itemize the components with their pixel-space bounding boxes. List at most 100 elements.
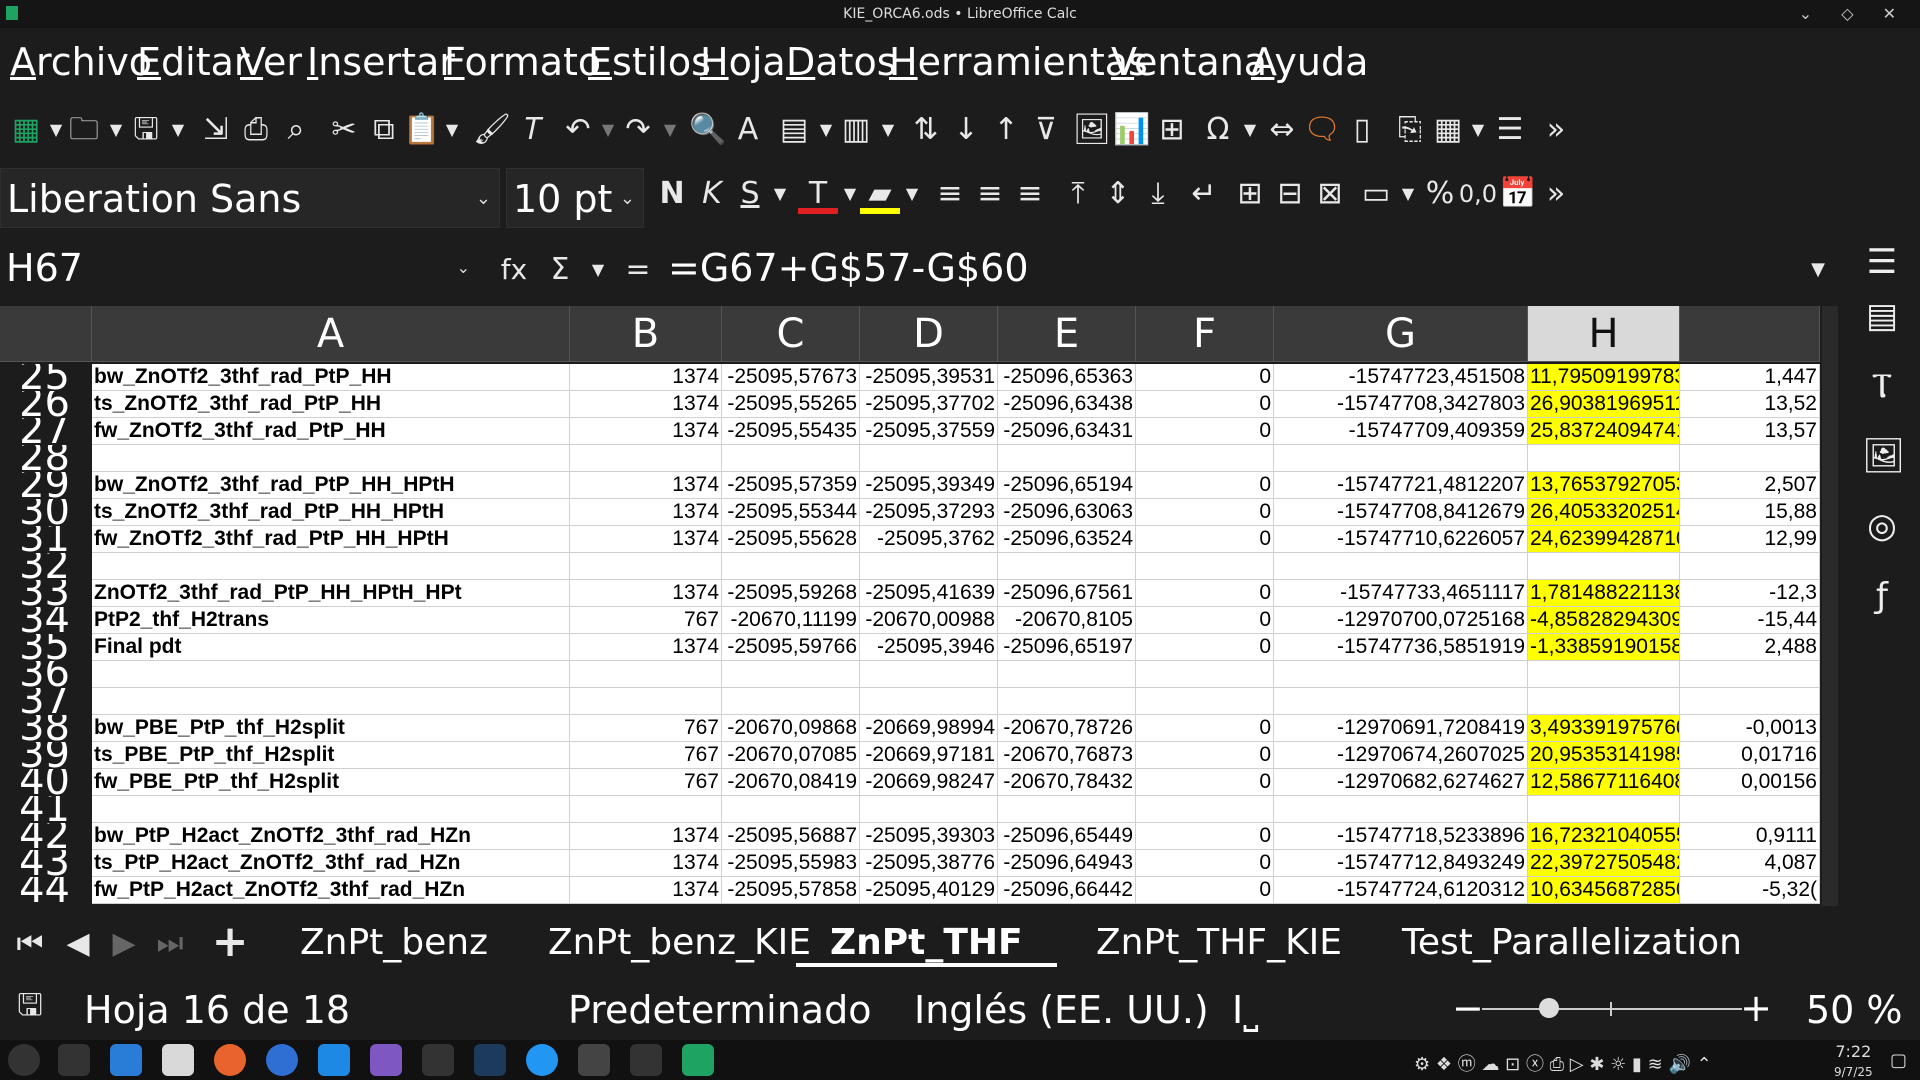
menu-editar[interactable]: Editar [137, 40, 250, 84]
screenshot-icon[interactable] [474, 1044, 506, 1076]
cell-f[interactable] [1136, 661, 1274, 688]
cell-b[interactable]: 1374 [570, 877, 722, 904]
start-menu-icon[interactable] [8, 1044, 40, 1076]
cell-c[interactable] [722, 688, 860, 715]
language[interactable]: Inglés (EE. UU.) [914, 988, 1209, 1032]
cell-g[interactable] [1274, 553, 1528, 580]
cell-f[interactable]: 0 [1136, 850, 1274, 877]
cell-c[interactable]: -20670,08419 [722, 769, 860, 796]
cell-b[interactable] [570, 688, 722, 715]
name-box[interactable]: H67 ⌄ [0, 238, 478, 300]
cell-i[interactable]: 2,507 [1680, 472, 1820, 499]
cell-f[interactable]: 0 [1136, 472, 1274, 499]
column-header-b[interactable]: B [570, 306, 722, 362]
cell-d[interactable] [860, 796, 998, 823]
cell-e[interactable] [998, 796, 1136, 823]
cell-d[interactable]: -20670,00988 [860, 607, 998, 634]
cell-b[interactable]: 767 [570, 769, 722, 796]
cell-g[interactable]: -15747724,6120312 [1274, 877, 1528, 904]
save-dropdown-icon[interactable]: ▼ [158, 110, 198, 150]
search-tool-icon[interactable] [578, 1044, 610, 1076]
headers-footers-icon[interactable]: ▯ [1342, 110, 1382, 150]
font-size-combo[interactable]: 10 pt ⌄ [506, 168, 644, 228]
cell-a[interactable]: fw_PtP_H2act_ZnOTf2_3thf_rad_HZn [92, 877, 570, 904]
zoom-out-icon[interactable]: − [1452, 986, 1484, 1030]
cell-f[interactable]: 0 [1136, 499, 1274, 526]
cell-f[interactable]: 0 [1136, 418, 1274, 445]
add-sheet-icon[interactable]: + [210, 920, 250, 964]
formatting-overflow-icon[interactable]: » [1536, 174, 1576, 214]
menu-insertar[interactable]: Insertar [307, 40, 455, 84]
background-color-dropdown-icon[interactable]: ▼ [892, 174, 932, 214]
row-header[interactable]: 32 [0, 553, 92, 580]
cell-b[interactable]: 767 [570, 715, 722, 742]
cell-d[interactable] [860, 688, 998, 715]
cell-b[interactable] [570, 553, 722, 580]
functions-icon[interactable]: ƒ [1862, 576, 1902, 616]
cell-d[interactable]: -25095,38776 [860, 850, 998, 877]
previous-sheet-icon[interactable]: ◀ [58, 924, 98, 964]
row-header[interactable]: 41 [0, 796, 92, 823]
cell-g[interactable] [1274, 445, 1528, 472]
cell-h[interactable]: 10,6345687285066 [1528, 877, 1680, 904]
cell-b[interactable]: 1374 [570, 850, 722, 877]
cell-g[interactable]: -15747710,6226057 [1274, 526, 1528, 553]
formula-icon[interactable]: = [618, 250, 658, 290]
split-window-icon[interactable]: ☰ [1490, 110, 1530, 150]
cell-d[interactable]: -25095,37293 [860, 499, 998, 526]
cell-c[interactable]: -25095,59268 [722, 580, 860, 607]
cell-g[interactable]: -15747712,8493249 [1274, 850, 1528, 877]
cell-e[interactable]: -25096,65449 [998, 823, 1136, 850]
cell-i[interactable] [1680, 688, 1820, 715]
cell-c[interactable] [722, 796, 860, 823]
row-header[interactable]: 30 [0, 499, 92, 526]
cell-f[interactable]: 0 [1136, 769, 1274, 796]
cell-g[interactable]: -15747733,4651117 [1274, 580, 1528, 607]
cell-g[interactable] [1274, 688, 1528, 715]
insert-image-icon[interactable]: 🖼 [1072, 110, 1112, 150]
cell-b[interactable]: 1374 [570, 418, 722, 445]
cell-b[interactable]: 1374 [570, 526, 722, 553]
cell-e[interactable]: -25096,66442 [998, 877, 1136, 904]
firefox-icon[interactable] [214, 1044, 246, 1076]
cell-f[interactable]: 0 [1136, 715, 1274, 742]
cell-h[interactable] [1528, 661, 1680, 688]
cell-a[interactable]: Final pdt [92, 634, 570, 661]
cell-g[interactable]: -15747708,3427803 [1274, 391, 1528, 418]
cell-c[interactable]: -25095,55344 [722, 499, 860, 526]
cell-i[interactable]: 1,447 [1680, 364, 1820, 391]
cell-e[interactable] [998, 445, 1136, 472]
cell-f[interactable]: 0 [1136, 877, 1274, 904]
cell-c[interactable]: -25095,55435 [722, 418, 860, 445]
cell-a[interactable]: fw_ZnOTf2_3thf_rad_PtP_HH_HPtH [92, 526, 570, 553]
cell-c[interactable] [722, 661, 860, 688]
cell-b[interactable]: 1374 [570, 472, 722, 499]
paste-dropdown-icon[interactable]: ▼ [432, 110, 472, 150]
cell-d[interactable]: -25095,3762 [860, 526, 998, 553]
sum-dropdown-icon[interactable]: ▼ [578, 250, 618, 290]
cell-d[interactable]: -20669,98247 [860, 769, 998, 796]
browser-icon[interactable] [526, 1044, 558, 1076]
cell-d[interactable] [860, 553, 998, 580]
zoom-slider[interactable]: − + [1452, 986, 1772, 1030]
last-sheet-icon[interactable]: ⏭ [150, 924, 190, 964]
cell-e[interactable]: -25096,67561 [998, 580, 1136, 607]
menu-ayuda[interactable]: Ayuda [1251, 40, 1368, 84]
cell-f[interactable] [1136, 445, 1274, 472]
menu-formato[interactable]: Formato [444, 40, 601, 84]
show-desktop-icon[interactable]: ▢ [1890, 1050, 1907, 1071]
cell-c[interactable]: -20670,11199 [722, 607, 860, 634]
hyperlink-icon[interactable]: ⇔ [1262, 110, 1302, 150]
redo-dropdown-icon[interactable]: ▼ [650, 110, 690, 150]
file-manager-icon[interactable] [110, 1044, 142, 1076]
cell-h[interactable]: 12,5867711640894 [1528, 769, 1680, 796]
cell-c[interactable] [722, 553, 860, 580]
cell-e[interactable] [998, 553, 1136, 580]
select-all-corner[interactable] [0, 306, 92, 362]
column-header-c[interactable]: C [722, 306, 860, 362]
cell-i[interactable] [1680, 445, 1820, 472]
properties-icon[interactable]: ▤ [1862, 296, 1902, 336]
font-name-combo[interactable]: Liberation Sans ⌄ [0, 168, 500, 228]
cell-h[interactable]: 22,3972750548273 [1528, 850, 1680, 877]
cell-a[interactable]: ts_PtP_H2act_ZnOTf2_3thf_rad_HZn [92, 850, 570, 877]
